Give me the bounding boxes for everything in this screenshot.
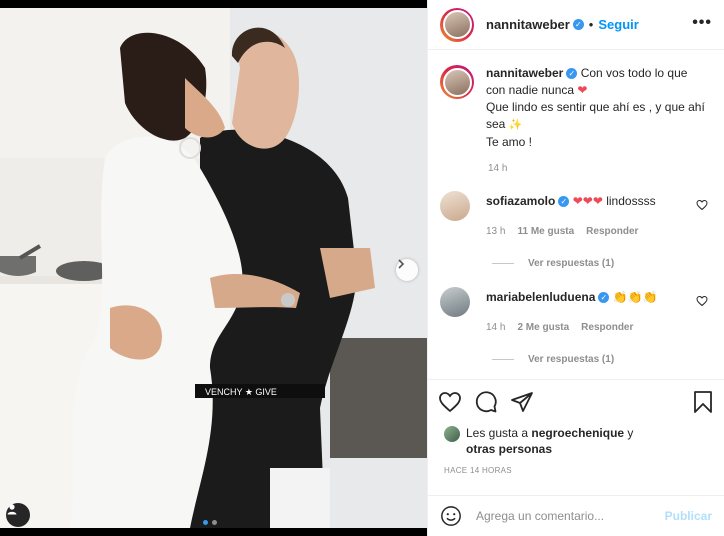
follow-button[interactable]: Seguir (598, 17, 638, 32)
comment-bubble-icon[interactable] (474, 390, 498, 414)
person-icon (7, 504, 17, 515)
next-image-button[interactable] (396, 259, 418, 281)
add-comment-bar: Publicar (428, 495, 724, 536)
verified-badge-icon: ✓ (572, 19, 584, 30)
liker-avatar[interactable] (444, 426, 460, 442)
verified-badge-icon: ✓ (566, 68, 578, 80)
chevron-right-icon (398, 259, 405, 269)
reply-button[interactable]: Responder (586, 223, 638, 240)
verified-badge-icon: ✓ (598, 292, 610, 304)
comment-like-heart-icon[interactable] (696, 199, 708, 211)
separator-dot: • (588, 17, 594, 32)
comment-username[interactable]: sofiazamolo (486, 194, 555, 208)
comment-meta: 13 h 11 Me gusta Responder (486, 223, 656, 240)
couple-photo: VENCHY ★ GIVE (0, 8, 427, 528)
caption: nannitaweber ✓ Con vos todo lo que con na… (440, 65, 712, 151)
tagged-users-button[interactable] (6, 503, 30, 527)
comment-meta: 14 h 2 Me gusta Responder (486, 319, 658, 336)
publish-button[interactable]: Publicar (665, 509, 712, 523)
comment-item: mariabelenluduena ✓ 👏👏👏 14 h 2 Me gusta R… (440, 287, 712, 336)
post-header: nannitaweber ✓ • Seguir ••• (428, 0, 724, 50)
view-replies-label: Ver respuestas (1) (528, 354, 615, 365)
red-heart-icon: ❤ (577, 83, 588, 97)
share-paper-plane-icon[interactable] (510, 390, 534, 414)
other-likers-link[interactable]: otras personas (466, 442, 552, 456)
likes-prefix: Les gusta a (466, 426, 529, 440)
comments-list: nannitaweber ✓ Con vos todo lo que con na… (428, 51, 724, 378)
save-bookmark-icon[interactable] (692, 390, 714, 414)
emoji-smiley-icon[interactable] (440, 505, 462, 527)
reply-button[interactable]: Responder (581, 319, 633, 336)
author-avatar[interactable] (440, 7, 474, 42)
carousel-indicator (203, 520, 217, 525)
like-heart-icon[interactable] (438, 390, 462, 414)
view-replies-button[interactable]: Ver respuestas (1) (492, 258, 712, 269)
caption-line-3: Te amo ! (486, 135, 533, 149)
caption-username[interactable]: nannitaweber (486, 66, 563, 80)
post-image[interactable]: VENCHY ★ GIVE (0, 8, 427, 528)
comment-likes[interactable]: 2 Me gusta (517, 319, 569, 336)
hearts-emoji: ❤❤❤ (572, 194, 603, 208)
post-timestamp[interactable]: HACE 14 HORAS (444, 466, 512, 475)
post-actions (428, 379, 724, 423)
liker-username[interactable]: negroechenique (531, 426, 624, 440)
likes-text: Les gusta a negroechenique y otras perso… (466, 425, 633, 457)
likes-and: y (627, 426, 634, 440)
comment-like-heart-icon[interactable] (696, 295, 708, 307)
comment-likes[interactable]: 11 Me gusta (517, 223, 574, 240)
view-replies-button[interactable]: Ver respuestas (1) (492, 354, 712, 365)
author-username[interactable]: nannitaweber (486, 17, 570, 32)
carousel-dot (212, 520, 217, 525)
comment-input[interactable] (476, 509, 656, 523)
caption-text: nannitaweber ✓ Con vos todo lo que con na… (486, 65, 706, 151)
view-replies-label: Ver respuestas (1) (528, 258, 615, 269)
comment-text: lindossss (606, 194, 656, 208)
carousel-dot-active (203, 520, 208, 525)
comment-body: sofiazamolo ✓ ❤❤❤ lindossss 13 h 11 Me gu… (486, 193, 656, 240)
caption-avatar[interactable] (440, 65, 474, 99)
caption-time: 14 h (488, 163, 508, 174)
svg-text:VENCHY ★ GIVE: VENCHY ★ GIVE (205, 387, 277, 397)
likes-summary: Les gusta a negroechenique y otras perso… (444, 425, 712, 457)
post-side-panel: nannitaweber ✓ • Seguir ••• nannitaweber… (427, 0, 724, 536)
more-options-icon[interactable]: ••• (692, 14, 712, 32)
comment-item: sofiazamolo ✓ ❤❤❤ lindossss 13 h 11 Me gu… (440, 191, 712, 240)
comment-username[interactable]: mariabelenluduena (486, 290, 595, 304)
commenter-avatar[interactable] (440, 191, 470, 221)
verified-badge-icon: ✓ (558, 196, 570, 208)
comment-time: 13 h (486, 226, 506, 237)
sparkles-icon: ✨ (508, 119, 523, 131)
commenter-avatar[interactable] (440, 287, 470, 317)
comment-time: 14 h (486, 322, 506, 333)
comment-body: mariabelenluduena ✓ 👏👏👏 14 h 2 Me gusta R… (486, 289, 658, 336)
clapping-emoji: 👏👏👏 (612, 290, 658, 304)
